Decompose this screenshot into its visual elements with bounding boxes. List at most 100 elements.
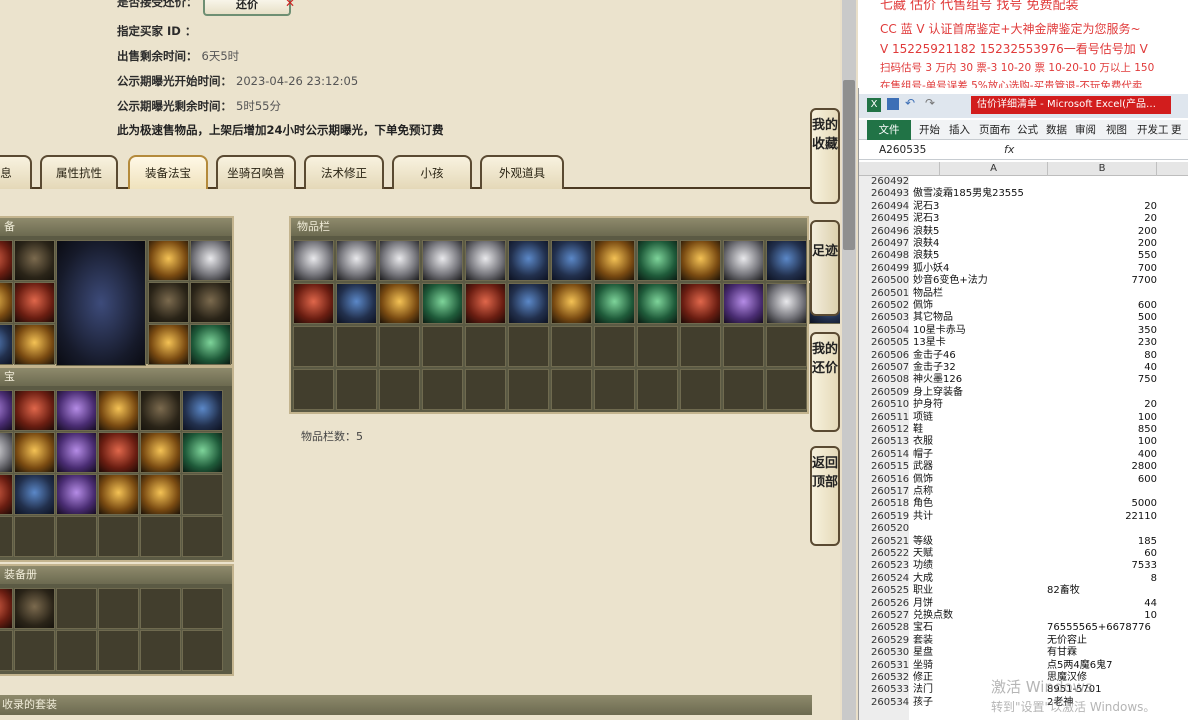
cell-b[interactable]: 550 bbox=[1047, 250, 1157, 262]
cell-a[interactable]: 10星卡赤马 bbox=[913, 325, 966, 337]
excel-tab-insert[interactable]: 插入 bbox=[949, 120, 970, 140]
cell-b[interactable]: 20 bbox=[1047, 399, 1157, 411]
cell-a[interactable]: 身上穿装备 bbox=[913, 387, 963, 399]
cell-b[interactable]: 500 bbox=[1047, 312, 1157, 324]
table-row[interactable]: 260495 泥石3 20 bbox=[859, 213, 1188, 225]
treasure-slot[interactable] bbox=[56, 390, 97, 431]
table-row[interactable]: 260511 项链 100 bbox=[859, 412, 1188, 424]
table-row[interactable]: 260531 坐骑 点5两4魔6鬼7 bbox=[859, 660, 1188, 672]
excel-tab-developer[interactable]: 开发工 bbox=[1137, 120, 1169, 140]
equip-accessory[interactable] bbox=[148, 240, 189, 281]
page-scrollbar-thumb[interactable] bbox=[843, 80, 855, 250]
cell-a[interactable]: 宝石 bbox=[913, 622, 933, 634]
tab-spell-correction[interactable]: 法术修正 bbox=[304, 155, 384, 189]
cell-b[interactable]: 80 bbox=[1047, 350, 1157, 362]
save-icon[interactable] bbox=[887, 98, 899, 110]
tab-child[interactable]: 小孩 bbox=[392, 155, 472, 189]
cell-b[interactable]: 20 bbox=[1047, 213, 1157, 225]
equip-slot[interactable] bbox=[0, 240, 13, 281]
table-row[interactable]: 260524 大成 8 bbox=[859, 573, 1188, 585]
cell-a[interactable]: 点称 bbox=[913, 486, 933, 498]
cell-b[interactable]: 100 bbox=[1047, 412, 1157, 424]
cell-a[interactable]: 大成 bbox=[913, 573, 933, 585]
equip-armor[interactable] bbox=[14, 282, 55, 323]
excel-file-tab[interactable]: 文件 bbox=[867, 120, 911, 140]
table-row[interactable]: 260506 金击子46 80 bbox=[859, 350, 1188, 362]
inventory-slot[interactable] bbox=[723, 283, 764, 324]
cell-b[interactable]: 230 bbox=[1047, 337, 1157, 349]
treasure-slot[interactable] bbox=[182, 432, 223, 473]
inventory-slot[interactable] bbox=[594, 283, 635, 324]
table-row[interactable]: 260519 共计 22110 bbox=[859, 511, 1188, 523]
cell-a[interactable]: 衣服 bbox=[913, 436, 933, 448]
equip-slot[interactable] bbox=[0, 324, 13, 365]
undo-icon[interactable]: ↶ bbox=[905, 96, 915, 110]
table-row[interactable]: 260494 泥石3 20 bbox=[859, 201, 1188, 213]
inventory-slot[interactable] bbox=[766, 283, 807, 324]
table-row[interactable]: 260528 宝石 76555565+6678776 bbox=[859, 622, 1188, 634]
tab-basic-info[interactable]: 息 bbox=[0, 155, 32, 189]
inventory-slot[interactable] bbox=[508, 283, 549, 324]
cell-b[interactable]: 20 bbox=[1047, 201, 1157, 213]
treasure-slot[interactable] bbox=[14, 474, 55, 515]
treasure-slot[interactable] bbox=[56, 474, 97, 515]
excel-tab-page-layout[interactable]: 页面布 bbox=[979, 120, 1011, 140]
treasure-slot[interactable] bbox=[98, 474, 139, 515]
table-row[interactable]: 260518 角色 5000 bbox=[859, 498, 1188, 510]
cell-a[interactable]: 坐骑 bbox=[913, 660, 933, 672]
treasure-slot[interactable] bbox=[0, 474, 13, 515]
cell-b[interactable]: 8 bbox=[1047, 573, 1157, 585]
inventory-slot[interactable] bbox=[336, 283, 377, 324]
tab-mounts-pets[interactable]: 坐骑召唤兽 bbox=[216, 155, 296, 189]
excel-tab-home[interactable]: 开始 bbox=[919, 120, 940, 140]
cell-a[interactable]: 职业 bbox=[913, 585, 933, 597]
excel-tab-data[interactable]: 数据 bbox=[1046, 120, 1067, 140]
counter-offer-button[interactable]: 还价 bbox=[203, 0, 291, 16]
equip-belt[interactable] bbox=[148, 324, 189, 365]
treasure-slot[interactable] bbox=[140, 390, 181, 431]
excel-tab-review[interactable]: 审阅 bbox=[1075, 120, 1096, 140]
treasure-slot[interactable] bbox=[0, 390, 13, 431]
my-counter-offers-button[interactable]: 我的还价 bbox=[810, 332, 840, 432]
cell-a[interactable]: 法门 bbox=[913, 684, 933, 696]
cell-b[interactable]: 200 bbox=[1047, 238, 1157, 250]
cell-a[interactable]: 帽子 bbox=[913, 449, 933, 461]
inventory-slot[interactable] bbox=[637, 240, 678, 281]
equip-orb[interactable] bbox=[190, 282, 231, 323]
cell-b[interactable]: 600 bbox=[1047, 474, 1157, 486]
redo-icon[interactable]: ↷ bbox=[925, 96, 935, 110]
cell-b[interactable]: 7700 bbox=[1047, 275, 1157, 287]
cell-b[interactable]: 76555565+6678776 bbox=[1047, 622, 1157, 634]
cell-b[interactable]: 无价容止 bbox=[1047, 635, 1157, 647]
inventory-slot[interactable] bbox=[551, 240, 592, 281]
cell-a[interactable]: 共计 bbox=[913, 511, 933, 523]
equip-slot[interactable] bbox=[0, 282, 13, 323]
cell-b[interactable]: 100 bbox=[1047, 436, 1157, 448]
cell-a[interactable]: 狐小妖4 bbox=[913, 263, 949, 275]
treasure-slot[interactable] bbox=[98, 390, 139, 431]
table-row[interactable]: 260517 点称 bbox=[859, 486, 1188, 498]
table-row[interactable]: 260514 帽子 400 bbox=[859, 449, 1188, 461]
treasure-slot[interactable] bbox=[98, 432, 139, 473]
cell-a[interactable]: 妙音6变色+法力 bbox=[913, 275, 988, 287]
cell-b[interactable]: 5000 bbox=[1047, 498, 1157, 510]
cell-a[interactable]: 等级 bbox=[913, 536, 933, 548]
cell-b[interactable]: 60 bbox=[1047, 548, 1157, 560]
cell-a[interactable]: 功绩 bbox=[913, 560, 933, 572]
cell-a[interactable]: 其它物品 bbox=[913, 312, 953, 324]
table-row[interactable]: 260492 bbox=[859, 176, 1188, 188]
table-row[interactable]: 260504 10星卡赤马 350 bbox=[859, 325, 1188, 337]
close-icon[interactable]: ✕ bbox=[285, 0, 295, 10]
inventory-slot[interactable] bbox=[422, 240, 463, 281]
footprint-button[interactable]: 足迹 bbox=[810, 220, 840, 316]
treasure-slot[interactable] bbox=[14, 390, 55, 431]
treasure-slot[interactable] bbox=[14, 432, 55, 473]
cell-a[interactable]: 浪麸5 bbox=[913, 226, 939, 238]
table-row[interactable]: 260499 狐小妖4 700 bbox=[859, 263, 1188, 275]
treasure-slot[interactable] bbox=[140, 432, 181, 473]
cell-a[interactable]: 佩饰 bbox=[913, 474, 933, 486]
table-row[interactable]: 260523 功绩 7533 bbox=[859, 560, 1188, 572]
cell-b[interactable]: 185 bbox=[1047, 536, 1157, 548]
treasure-slot[interactable] bbox=[0, 432, 13, 473]
cell-a[interactable]: 星盘 bbox=[913, 647, 933, 659]
